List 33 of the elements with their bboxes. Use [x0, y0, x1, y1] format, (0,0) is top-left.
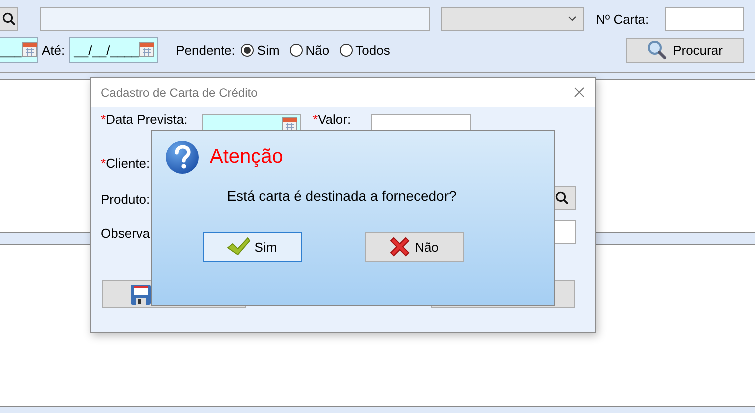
- calendar-icon[interactable]: [22, 42, 38, 58]
- field-label: Até:: [42, 42, 66, 58]
- dialog-button[interactable]: Sim: [202, 232, 302, 262]
- check-icon: [226, 237, 251, 257]
- search-icon: [555, 191, 569, 205]
- close-icon[interactable]: [574, 87, 585, 98]
- cross-icon: [389, 236, 412, 258]
- calendar-icon[interactable]: [139, 42, 156, 58]
- message-text: Está carta é destinada a fornecedor?: [227, 188, 457, 204]
- dialog-title: Atenção: [210, 146, 284, 169]
- search-icon: [2, 12, 16, 26]
- field-label: Produto:: [101, 192, 150, 207]
- search-button[interactable]: Procurar: [626, 38, 744, 62]
- magnifier-icon: [647, 40, 668, 60]
- input-field[interactable]: [665, 7, 744, 31]
- field-label: *Data Prevista:: [101, 112, 188, 127]
- text-field[interactable]: [40, 7, 430, 31]
- field-label: Pendente:: [176, 42, 236, 58]
- radio-button[interactable]: Sim: [241, 42, 280, 58]
- radio-button[interactable]: Todos: [340, 42, 390, 58]
- dropdown[interactable]: [441, 7, 584, 31]
- radio-button[interactable]: Não: [290, 42, 330, 58]
- search-button[interactable]: [0, 7, 18, 31]
- field-label: Observa: [101, 226, 150, 241]
- field-label: *Cliente:: [101, 156, 150, 171]
- date-field[interactable]: ___: [0, 37, 38, 63]
- window-title: Cadastro de Carta de Crédito: [101, 86, 258, 100]
- date-field[interactable]: __/__/____: [69, 37, 158, 63]
- field-label: Nº Carta:: [596, 12, 650, 26]
- question-icon: [165, 140, 200, 175]
- dialog-button[interactable]: Não: [364, 232, 464, 262]
- field-label: *Valor:: [313, 112, 352, 127]
- chevron-icon: [568, 16, 577, 22]
